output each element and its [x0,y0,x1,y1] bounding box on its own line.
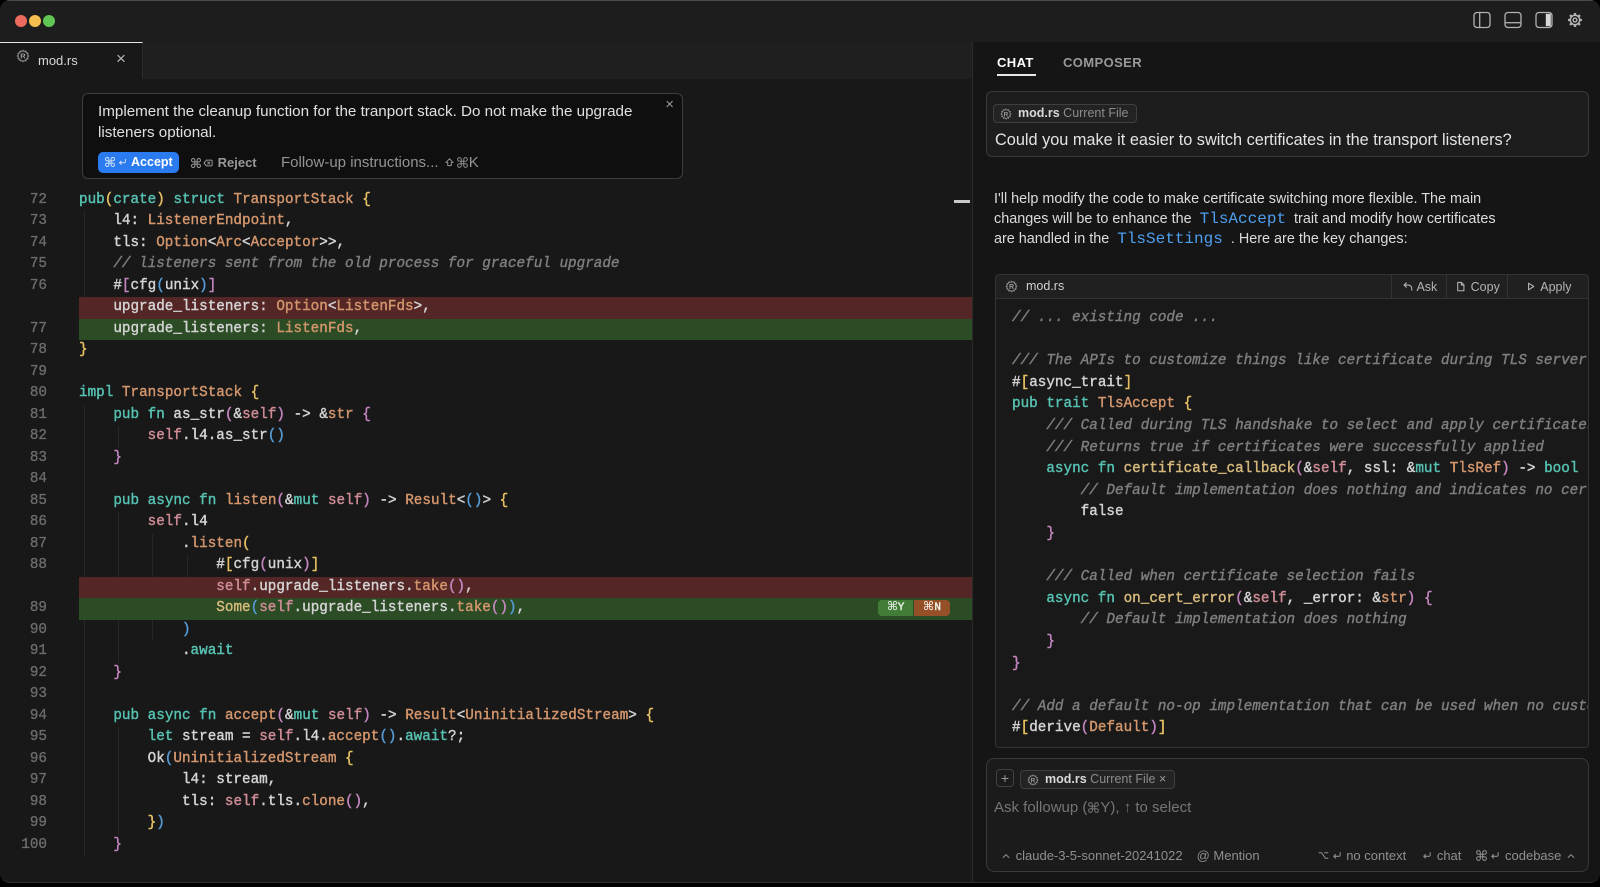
svg-text:R: R [1004,111,1009,118]
svg-text:R: R [20,52,26,61]
svg-text:R: R [1031,777,1036,784]
svg-text:R: R [1009,284,1014,291]
